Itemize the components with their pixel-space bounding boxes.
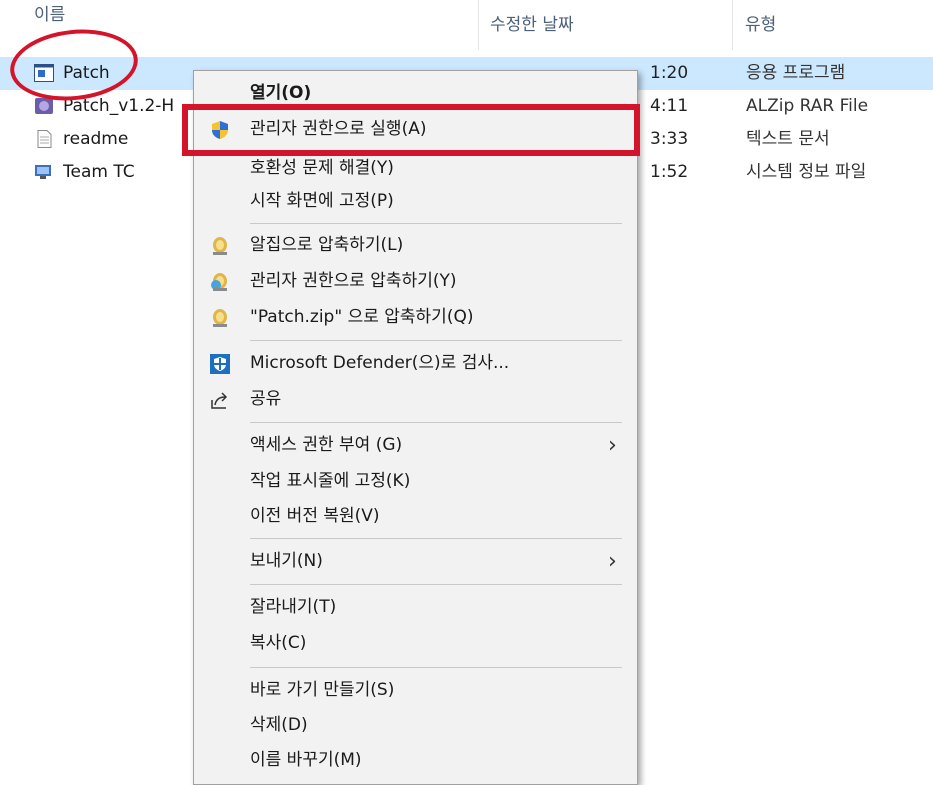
menu-item-alzip-admin-compress[interactable]: 관리자 권한으로 압축하기(Y): [194, 264, 637, 299]
red-box-annotation: [182, 104, 640, 156]
file-type: ALZip RAR File: [746, 96, 869, 116]
alzip-icon: [213, 309, 227, 327]
menu-item-send-to[interactable]: 보내기(N) ›: [194, 544, 637, 579]
text-document-icon: [37, 130, 52, 148]
menu-item-troubleshoot[interactable]: 호환성 문제 해결(Y): [194, 151, 637, 186]
sort-ascending-icon: ⌃: [244, 0, 256, 10]
menu-item-label: 바로 가기 만들기(S): [250, 680, 395, 700]
file-type: 응용 프로그램: [746, 63, 846, 83]
file-type: 시스템 정보 파일: [746, 162, 867, 182]
menu-separator: [250, 667, 622, 668]
menu-item-label: Microsoft Defender(으)로 검사...: [250, 353, 510, 373]
menu-separator: [250, 538, 622, 539]
menu-item-label: 호환성 문제 해결(Y): [250, 158, 394, 178]
menu-item-label: 공유: [250, 389, 282, 409]
menu-item-cut[interactable]: 잘라내기(T): [194, 590, 637, 625]
menu-item-pin-start[interactable]: 시작 화면에 고정(P): [194, 184, 637, 219]
alzip-admin-icon: [211, 273, 227, 291]
menu-item-label: 보내기(N): [250, 551, 323, 571]
chevron-right-icon: ›: [608, 549, 617, 574]
column-header-type[interactable]: 유형: [745, 0, 925, 50]
menu-separator: [250, 422, 622, 423]
column-header-date-label: 수정한 날짜: [490, 15, 574, 35]
file-date: 3:33: [650, 129, 689, 149]
menu-item-defender-scan[interactable]: Microsoft Defender(으)로 검사...: [194, 346, 637, 381]
menu-item-copy[interactable]: 복사(C): [194, 626, 637, 661]
menu-item-label: 알집으로 압축하기(L): [250, 235, 404, 255]
context-menu: 열기(O) 관리자 권한으로 실행(A) 호환성 문제 해결(Y) 시작 화면에…: [193, 70, 638, 785]
column-header-date[interactable]: 수정한 날짜: [490, 0, 720, 50]
column-header-type-label: 유형: [745, 15, 777, 35]
menu-item-restore-versions[interactable]: 이전 버전 복원(V): [194, 499, 637, 534]
menu-item-label: 복사(C): [250, 633, 307, 653]
menu-item-create-shortcut[interactable]: 바로 가기 만들기(S): [194, 673, 637, 708]
system-info-icon: [35, 165, 51, 179]
file-name: Team TC: [63, 162, 135, 182]
menu-item-share[interactable]: 공유: [194, 382, 637, 417]
file-type: 텍스트 문서: [746, 129, 830, 149]
menu-item-rename[interactable]: 이름 바꾸기(M): [194, 743, 637, 778]
menu-item-label: 이름 바꾸기(M): [250, 750, 362, 770]
menu-separator: [250, 340, 622, 341]
menu-item-alzip-compress[interactable]: 알집으로 압축하기(L): [194, 228, 637, 263]
menu-item-label: 액세스 권한 부여 (G): [250, 435, 403, 455]
menu-item-label: 잘라내기(T): [250, 597, 337, 617]
menu-item-label: 이전 버전 복원(V): [250, 506, 380, 526]
menu-separator: [250, 223, 622, 224]
menu-item-label: 삭제(D): [250, 715, 308, 735]
file-date: 1:20: [650, 63, 689, 83]
menu-item-pin-taskbar[interactable]: 작업 표시줄에 고정(K): [194, 464, 637, 499]
file-name: readme: [63, 129, 129, 149]
file-date: 1:52: [650, 162, 689, 182]
share-icon: [211, 392, 228, 409]
column-divider[interactable]: [732, 0, 733, 50]
menu-item-label: 작업 표시줄에 고정(K): [250, 471, 411, 491]
menu-item-give-access[interactable]: 액세스 권한 부여 (G) ›: [194, 428, 637, 463]
file-date: 4:11: [650, 96, 689, 116]
column-divider[interactable]: [478, 0, 479, 50]
menu-separator: [250, 584, 622, 585]
menu-item-label: 시작 화면에 고정(P): [250, 191, 394, 211]
menu-item-label: 관리자 권한으로 압축하기(Y): [250, 271, 457, 291]
menu-item-label: "Patch.zip" 으로 압축하기(Q): [250, 307, 474, 327]
chevron-right-icon: ›: [608, 433, 617, 458]
menu-item-alzip-compress-named[interactable]: "Patch.zip" 으로 압축하기(Q): [194, 300, 637, 335]
defender-shield-icon: [210, 354, 230, 374]
menu-item-delete[interactable]: 삭제(D): [194, 708, 637, 743]
alzip-icon: [213, 237, 227, 255]
